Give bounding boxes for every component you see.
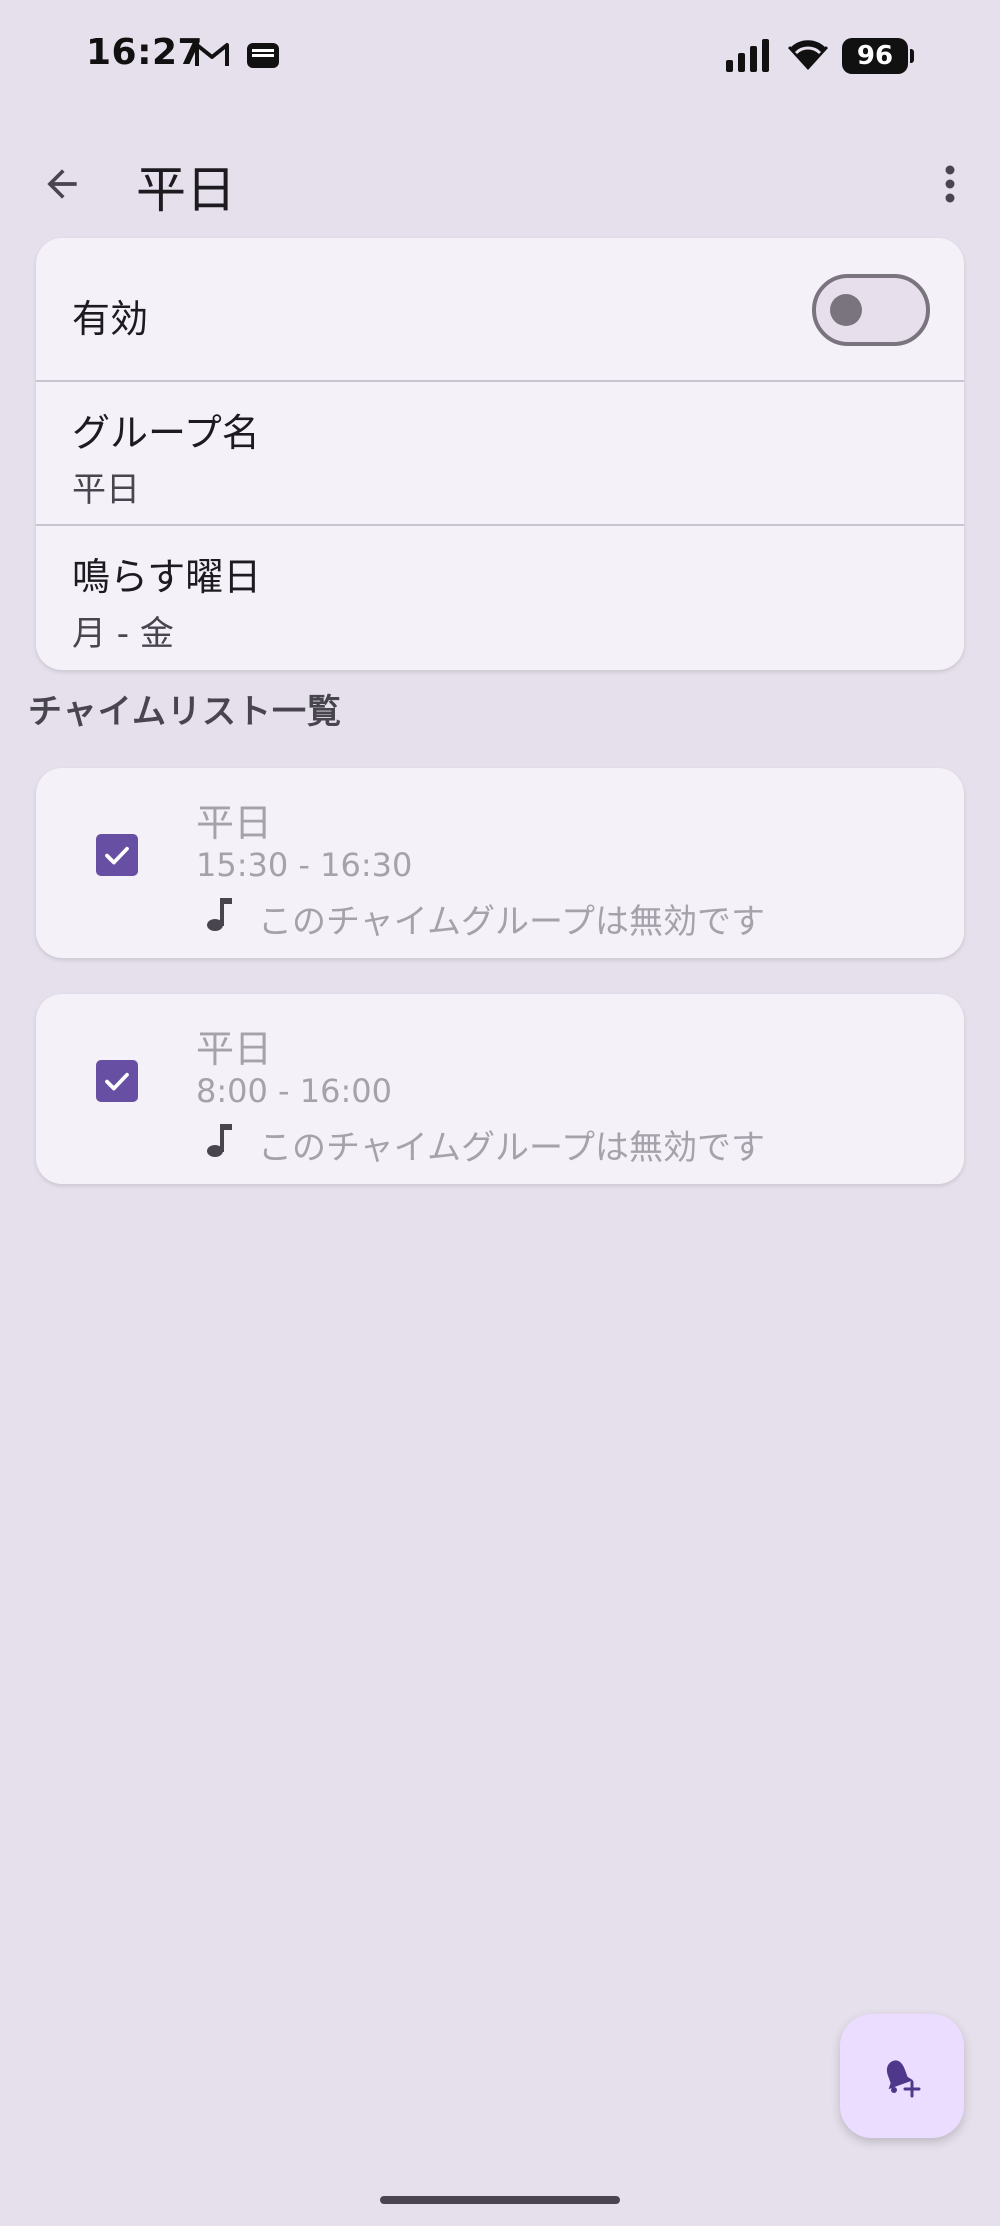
chime-card[interactable]: 平日 15:30 - 16:30 このチャイムグループは無効です [36,768,964,958]
days-value: 月 - 金 [72,614,174,654]
wallet-icon [247,43,279,68]
add-alarm-bell-icon [886,2060,921,2098]
enabled-label: 有効 [72,297,149,341]
battery-tip [910,49,914,63]
chime-card[interactable]: 平日 8:00 - 16:00 このチャイムグループは無効です [36,994,964,1184]
screen: 16:27 96 平日 有効 グループ名 平日 鳴らす曜日 月 - 金 チャイム… [0,0,1000,2226]
page-title: 平日 [136,161,236,219]
chime-status: このチャイムグループは無効です [258,902,765,942]
more-options-button[interactable] [920,152,980,216]
enabled-row[interactable]: 有効 [36,238,964,380]
settings-card: 有効 グループ名 平日 鳴らす曜日 月 - 金 [36,238,964,670]
chime-checkbox[interactable] [96,1060,138,1102]
home-indicator[interactable] [380,2196,620,2204]
add-chime-fab[interactable] [840,2014,964,2138]
app-bar: 平日 [0,130,1000,234]
battery-icon: 96 [842,38,914,74]
chime-time: 8:00 - 16:00 [196,1072,392,1110]
music-note-icon [207,898,232,931]
status-time: 16:27 [86,32,204,73]
chime-checkbox[interactable] [96,834,138,876]
enabled-toggle[interactable] [812,274,930,346]
group-name-value: 平日 [72,470,140,510]
music-note-icon [207,1124,232,1157]
chime-list-header: チャイムリスト一覧 [28,692,342,732]
check-icon [105,846,129,865]
battery-level: 96 [842,38,908,74]
chime-name: 平日 [196,801,273,845]
chime-name: 平日 [196,1027,273,1071]
days-row[interactable]: 鳴らす曜日 月 - 金 [36,526,964,670]
chime-status: このチャイムグループは無効です [258,1128,765,1168]
check-icon [105,1072,129,1091]
gmail-icon [195,43,229,66]
status-bar: 16:27 96 [0,0,1000,110]
group-name-row[interactable]: グループ名 平日 [36,382,964,524]
group-name-label: グループ名 [72,411,260,455]
back-button[interactable] [30,152,94,216]
toggle-knob [830,294,862,326]
wifi-icon [788,37,828,70]
days-label: 鳴らす曜日 [72,555,262,599]
arrow-back-icon [47,169,77,199]
more-vert-icon [945,165,955,203]
chime-time: 15:30 - 16:30 [196,846,413,884]
cell-signal-icon [726,39,769,72]
